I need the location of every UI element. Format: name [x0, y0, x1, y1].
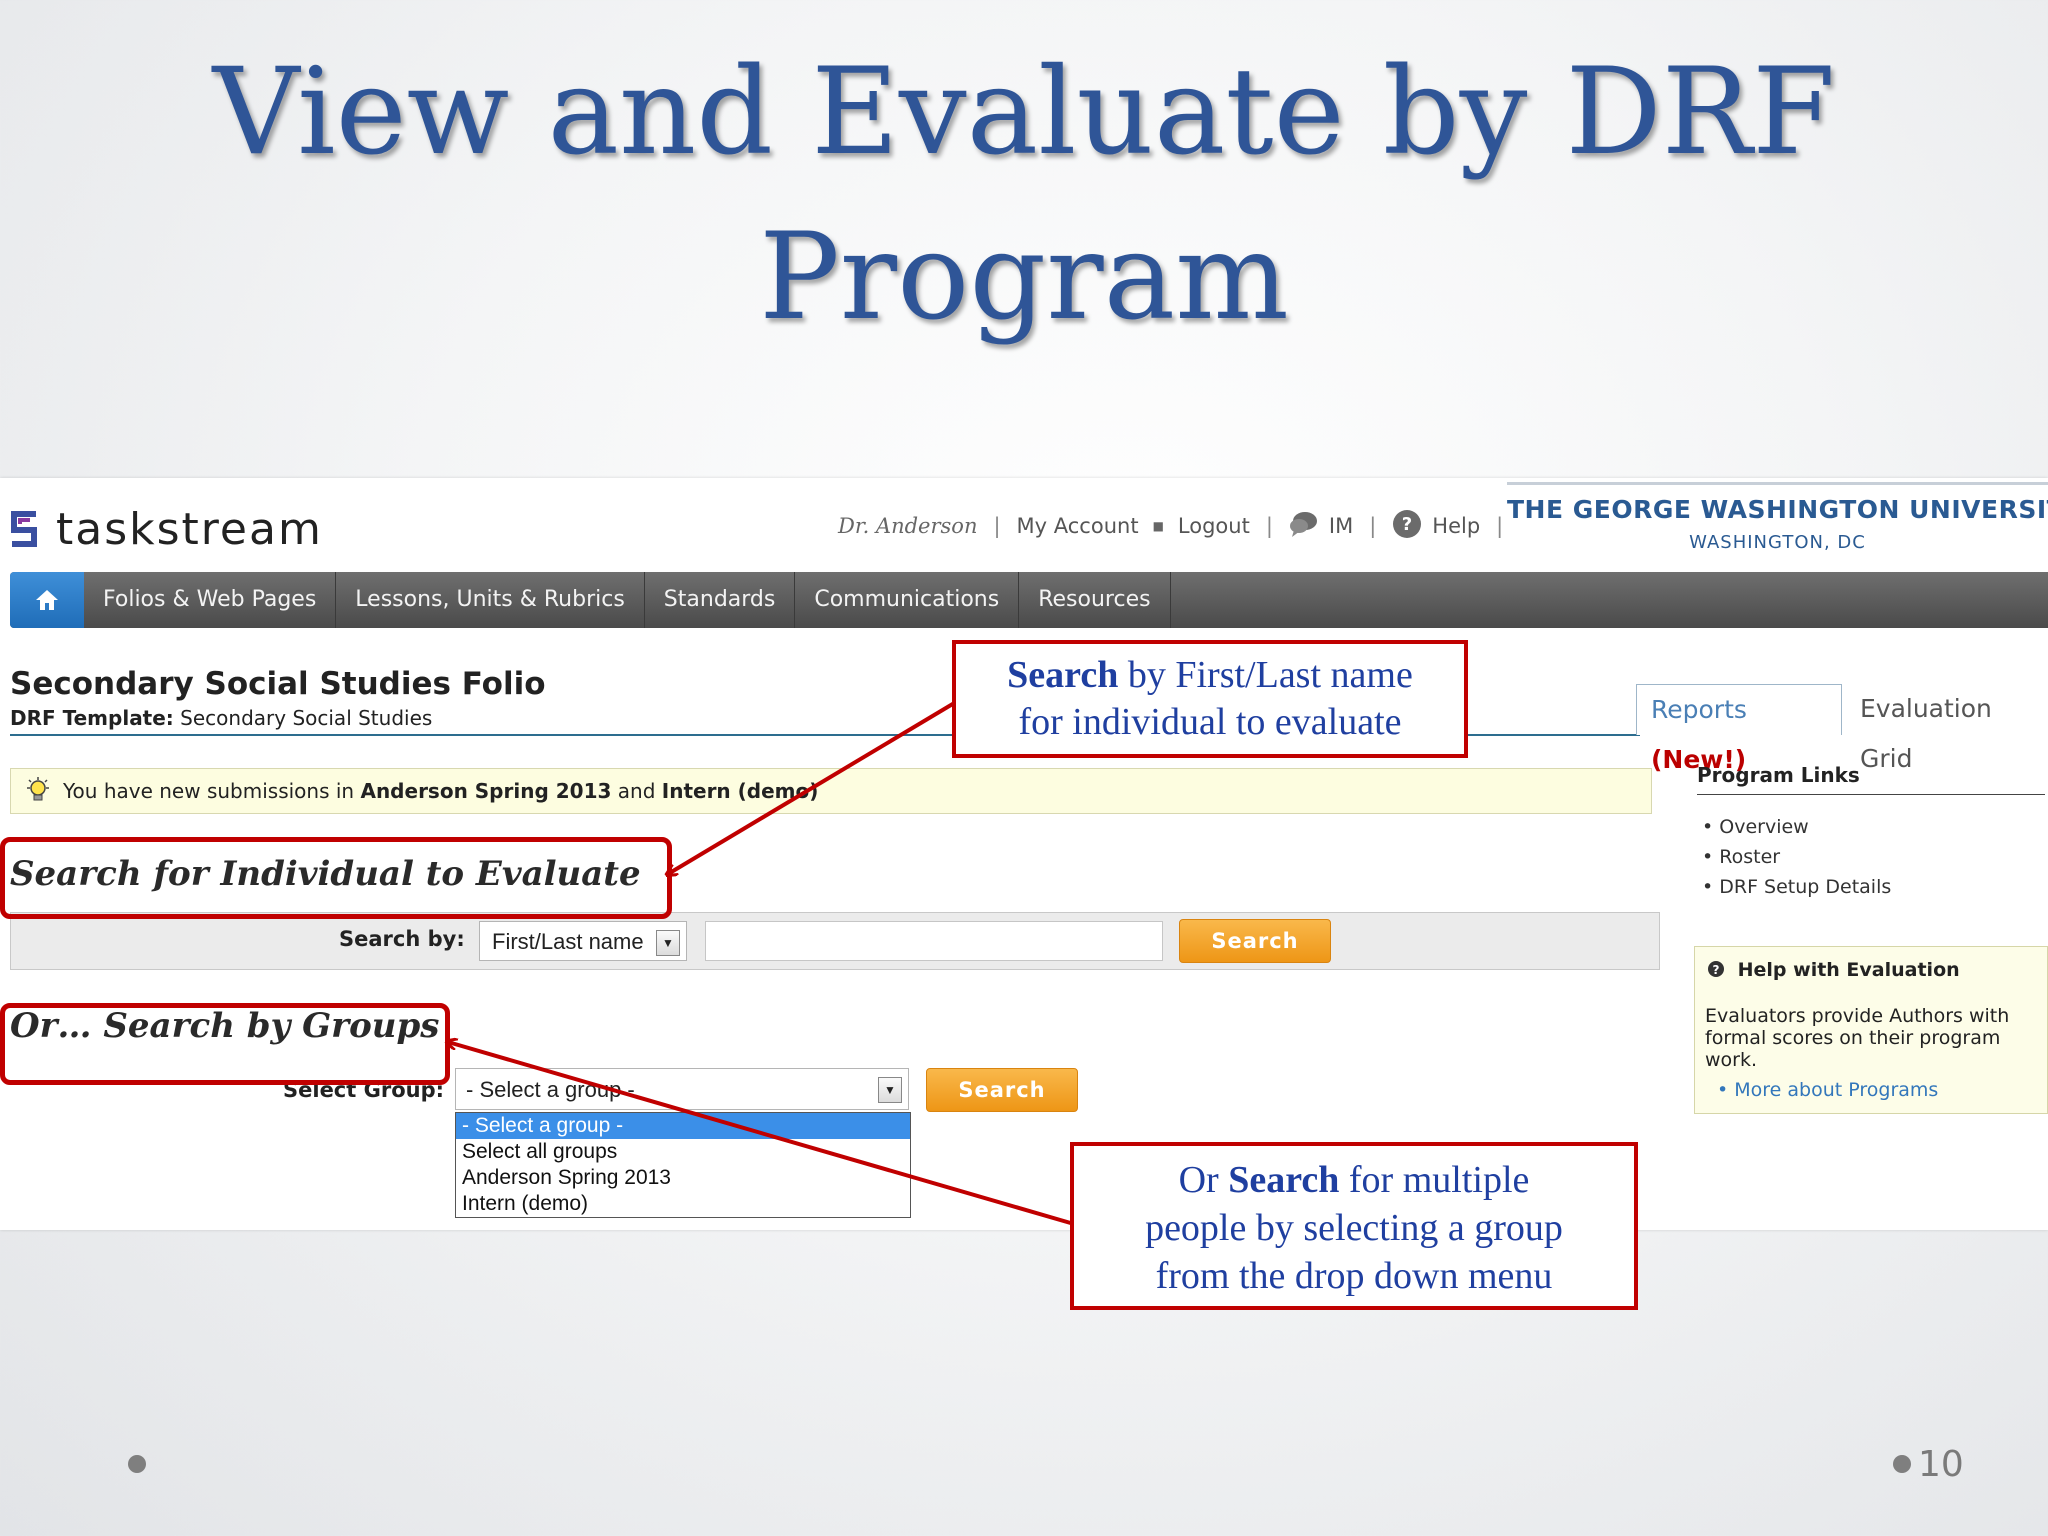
callout-line: for individual to evaluate [1018, 701, 1402, 743]
callout-line: Or Search for multiple [1074, 1156, 1634, 1204]
callout-emphasis: Search [1007, 654, 1119, 696]
callout-text: by First/Last name [1118, 654, 1413, 696]
callout-group-search: Or Search for multiple people by selecti… [1070, 1142, 1638, 1310]
slide-bullet-dot [1893, 1455, 1911, 1473]
arrow-to-group-search [448, 1042, 1075, 1226]
callout-emphasis: Search [1228, 1159, 1340, 1201]
callout-line: Search by First/Last name [956, 652, 1464, 699]
callout-line: people by selecting a group [1145, 1207, 1563, 1249]
callout-individual-search: Search by First/Last name for individual… [952, 640, 1468, 758]
callout-line: from the drop down menu [1155, 1255, 1553, 1297]
annotation-arrows [0, 700, 1075, 1226]
callout-text: for multiple [1339, 1159, 1530, 1201]
slide-bullet-dot [128, 1455, 146, 1473]
arrow-to-individual-search [668, 700, 958, 874]
callout-text: Or [1178, 1159, 1229, 1201]
slide-page-number: 10 [1918, 1444, 1964, 1485]
